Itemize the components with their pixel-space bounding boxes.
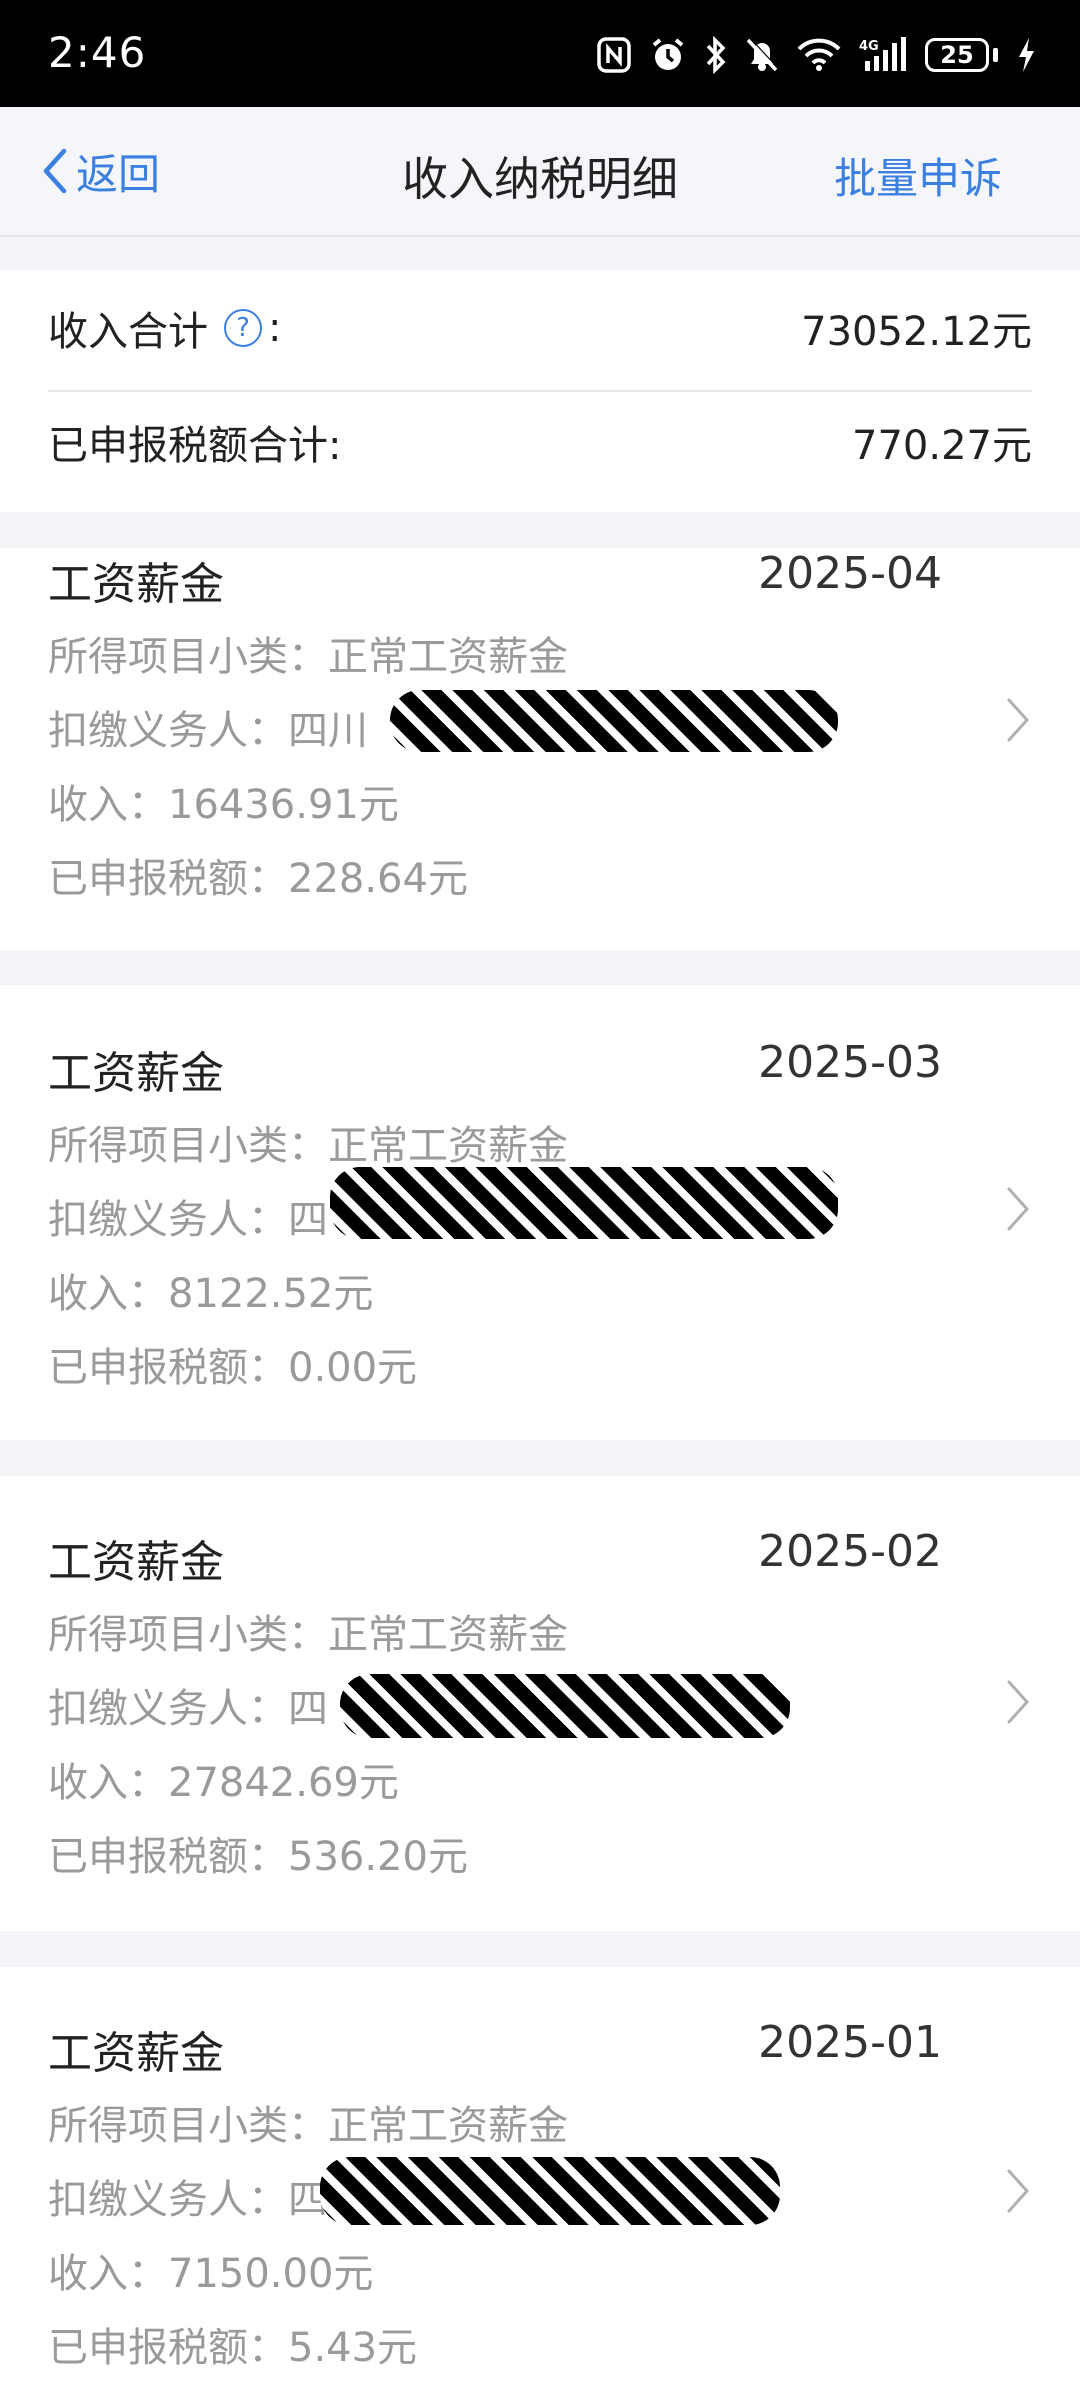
chevron-right-icon [1007,698,1030,742]
record-card[interactable]: 工资薪金 2025-02 所得项目小类：正常工资薪金 扣缴义务人：四 收入：27… [0,1476,1080,1931]
tax-total-row: 已申报税额合计: 770.27元 [48,388,1032,496]
record-date: 2025-01 [758,2017,942,2068]
record-type: 工资薪金 [48,1048,224,1099]
record-subcategory: 所得项目小类：正常工资薪金 [48,1123,568,1169]
tax-total-value: 770.27元 [852,423,1032,469]
record-withholder: 扣缴义务人：四川 [48,708,368,754]
record-income: 收入：16436.91元 [48,782,399,828]
record-withholder: 扣缴义务人：四 [48,1686,328,1732]
redaction-mark [390,690,838,752]
record-date: 2025-03 [758,1037,942,1088]
nfc-icon [597,37,631,73]
chevron-right-icon [1007,2169,1030,2213]
record-income: 收入：8122.52元 [48,1271,374,1317]
record-tax: 已申报税额：0.00元 [48,1345,418,1391]
charging-icon [1016,37,1036,73]
record-card[interactable]: 工资薪金 2025-04 所得项目小类：正常工资薪金 扣缴义务人：四川 收入：1… [0,548,1080,950]
income-total-colon: : [268,305,282,351]
summary-panel: 收入合计 ? : 73052.12元 已申报税额合计: 770.27元 [0,270,1080,512]
help-icon[interactable]: ? [224,309,262,347]
record-withholder: 扣缴义务人：四 [48,2177,328,2223]
status-bar: 2:46 4G 25 [0,0,1080,107]
status-time: 2:46 [48,28,147,77]
record-subcategory: 所得项目小类：正常工资薪金 [48,1612,568,1658]
chevron-right-icon [1007,1680,1030,1724]
record-subcategory: 所得项目小类：正常工资薪金 [48,634,568,680]
battery-icon: 25 [925,38,998,72]
redaction-mark [320,2157,780,2225]
mute-icon [745,36,779,74]
svg-text:4G: 4G [859,39,879,54]
record-date: 2025-04 [758,548,942,599]
redaction-mark [330,1167,838,1239]
batch-appeal-button[interactable]: 批量申诉 [834,145,1002,206]
alarm-icon [649,36,687,74]
status-icons: 4G 25 [597,30,1036,80]
record-withholder: 扣缴义务人：四 [48,1197,328,1243]
record-tax: 已申报税额：5.43元 [48,2325,418,2371]
income-total-row: 收入合计 ? : 73052.12元 [48,274,1032,382]
record-card[interactable]: 工资薪金 2025-03 所得项目小类：正常工资薪金 扣缴义务人：四 收入：81… [0,985,1080,1440]
record-income: 收入：27842.69元 [48,1760,399,1806]
record-subcategory: 所得项目小类：正常工资薪金 [48,2103,568,2149]
signal-4g-icon: 4G [859,37,907,73]
income-total-label: 收入合计 [48,309,208,355]
record-tax: 已申报税额：228.64元 [48,856,468,902]
redaction-mark [340,1674,790,1738]
chevron-right-icon [1007,1187,1030,1231]
record-income: 收入：7150.00元 [48,2251,374,2297]
tax-total-label: 已申报税额合计: [48,423,342,469]
record-date: 2025-02 [758,1526,942,1577]
record-type: 工资薪金 [48,559,224,610]
record-tax: 已申报税额：536.20元 [48,1834,468,1880]
record-type: 工资薪金 [48,1537,224,1588]
battery-level: 25 [925,38,989,72]
bluetooth-icon [705,36,727,74]
record-type: 工资薪金 [48,2028,224,2079]
nav-bar: 返回 收入纳税明细 批量申诉 [0,107,1080,237]
record-card[interactable]: 工资薪金 2025-01 所得项目小类：正常工资薪金 扣缴义务人：四 收入：71… [0,1967,1080,2382]
income-total-value: 73052.12元 [801,309,1032,355]
wifi-icon [797,38,841,72]
